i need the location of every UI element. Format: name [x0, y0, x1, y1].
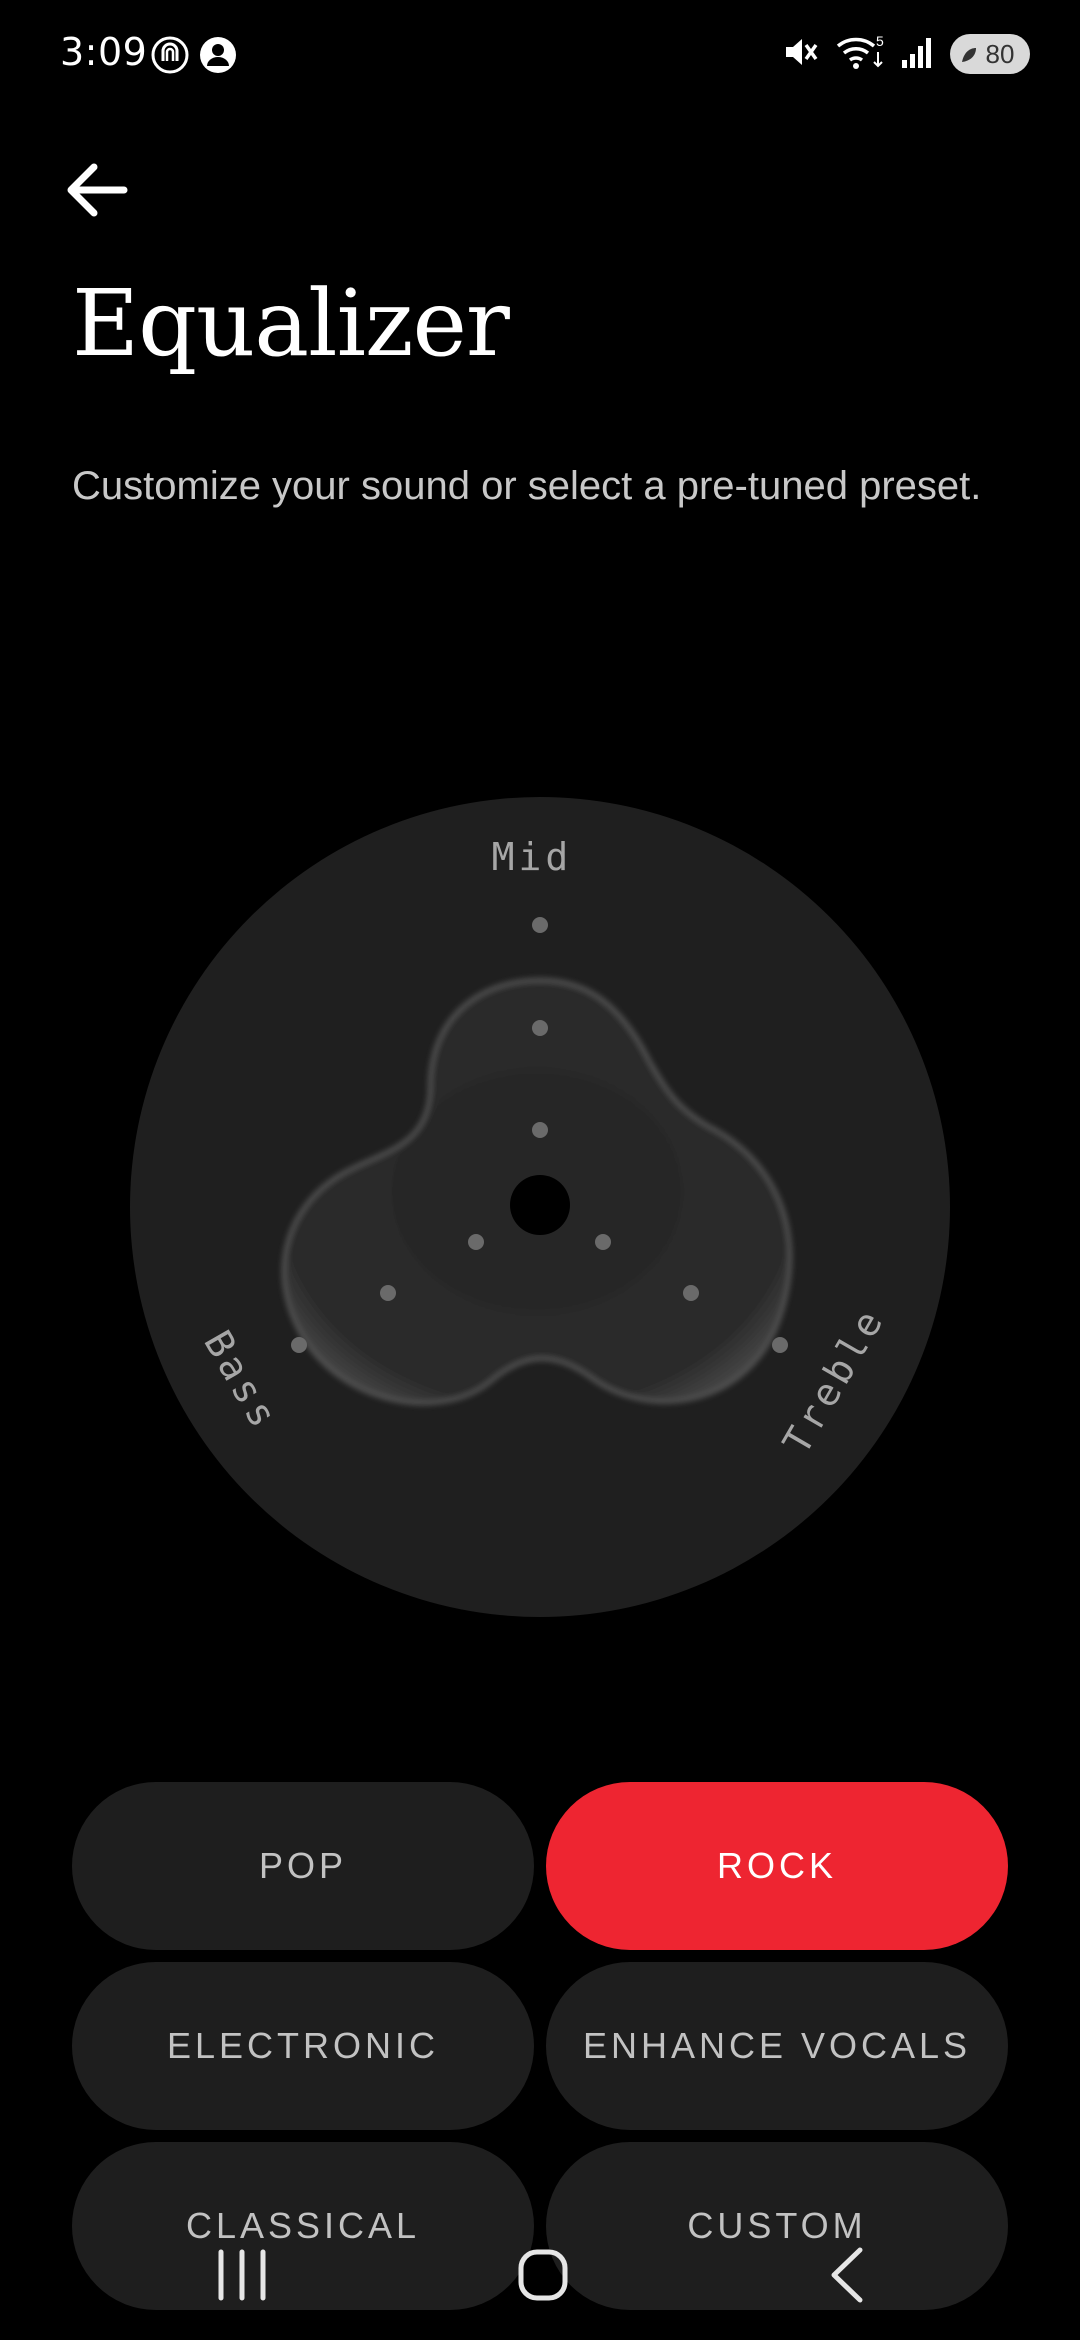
page-title: Equalizer — [72, 270, 510, 377]
home-button[interactable] — [497, 2240, 587, 2310]
equalizer-dial[interactable]: Mid Bass Treble — [130, 797, 950, 1617]
navigation-bar — [0, 2230, 1080, 2340]
preset-pop-button[interactable]: POP — [72, 1782, 534, 1950]
preset-enhance-vocals-button[interactable]: ENHANCE VOCALS — [546, 1962, 1008, 2130]
treble-dot-middle[interactable] — [683, 1285, 699, 1301]
home-icon — [518, 2249, 568, 2301]
bass-dot-outer[interactable] — [291, 1337, 307, 1353]
mid-label: Mid — [492, 835, 573, 879]
wifi-icon: 5 — [834, 32, 886, 76]
arrow-left-icon — [67, 163, 128, 217]
leaf-icon — [962, 48, 976, 62]
preset-rock-button[interactable]: ROCK — [546, 1782, 1008, 1950]
status-time: 3:09 — [60, 30, 148, 74]
center-point — [510, 1175, 570, 1235]
mid-dot-inner[interactable] — [532, 1122, 548, 1138]
treble-dot-inner[interactable] — [595, 1234, 611, 1250]
preset-electronic-button[interactable]: ELECTRONIC — [72, 1962, 534, 2130]
status-bar: 3:09 5 80 — [0, 0, 1080, 110]
mid-dot-outer[interactable] — [532, 917, 548, 933]
account-icon — [198, 35, 238, 79]
back-icon — [831, 2247, 863, 2303]
treble-label: Treble — [774, 1300, 893, 1462]
nav-back-button[interactable] — [800, 2240, 890, 2310]
treble-dot-outer[interactable] — [772, 1337, 788, 1353]
bass-dot-inner[interactable] — [468, 1234, 484, 1250]
bass-dot-middle[interactable] — [380, 1285, 396, 1301]
recents-button[interactable] — [197, 2240, 287, 2310]
equalizer-screen: 3:09 5 80 Equalizer Customize your sound… — [0, 0, 1080, 2340]
recents-icon — [218, 2249, 266, 2301]
battery-icon: 80 — [950, 34, 1030, 74]
bass-label: Bass — [195, 1323, 287, 1438]
svg-text:5: 5 — [876, 33, 884, 49]
signal-icon — [900, 32, 936, 76]
back-button[interactable] — [62, 145, 152, 235]
page-subtitle: Customize your sound or select a pre-tun… — [72, 464, 982, 508]
mid-dot-middle[interactable] — [532, 1020, 548, 1036]
status-left-icons — [150, 35, 238, 79]
nfc-icon — [150, 35, 190, 79]
mute-icon — [780, 32, 820, 76]
status-right-icons: 5 80 — [780, 32, 1030, 76]
equalizer-graph[interactable]: Mid Bass Treble — [130, 797, 950, 1617]
battery-level: 80 — [985, 38, 1015, 69]
